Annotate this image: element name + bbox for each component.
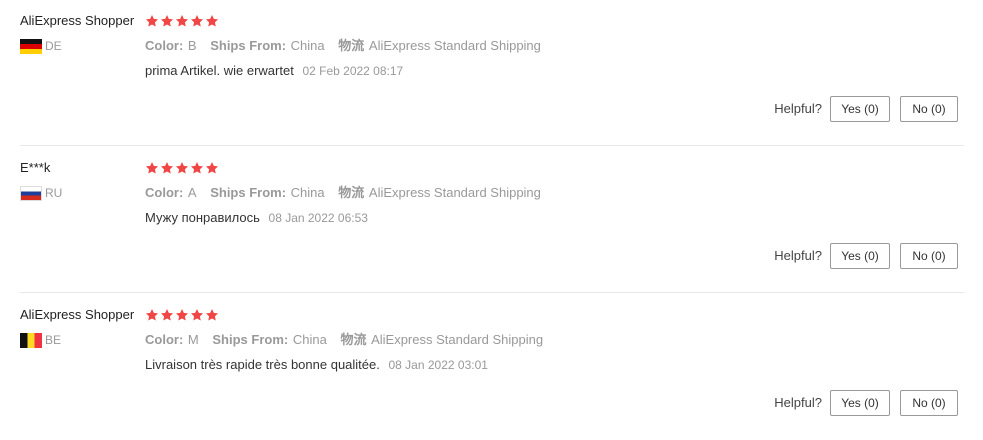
reviewer-name: E***k [20,160,51,175]
review-body: Мужу понравилось 08 Jan 2022 06:53 [145,209,965,227]
reviewer-name: AliExpress Shopper [20,307,135,322]
color-label: Color: [145,185,184,200]
star-icon [160,14,174,28]
star-rating [145,159,965,177]
helpful-label: Helpful? [774,395,822,410]
country-code: RU [45,186,63,200]
logistics-value: AliExpress Standard Shipping [371,332,544,347]
ships-from-value: China [290,185,325,200]
ships-from-value: China [290,38,325,53]
review-content: Color: B Ships From: China 物流 AliExpress… [145,12,965,80]
color-label: Color: [145,38,184,53]
star-rating [145,306,965,324]
review-item: AliExpress Shopper BE Color: M Ships Fro… [0,294,983,440]
reviewer-country: RU [20,185,140,201]
star-rating [145,12,965,30]
review-text: prima Artikel. wie erwartet [145,63,294,78]
star-icon [175,308,189,322]
review-date: 02 Feb 2022 08:17 [302,64,404,78]
helpful-yes-button[interactable]: Yes (0) [830,96,890,122]
helpful-vote: Helpful? Yes (0) No (0) [774,243,958,269]
star-icon [145,308,159,322]
review-item: AliExpress Shopper DE Color: B Ships Fro… [0,0,983,146]
ships-from-value: China [292,332,327,347]
color-value: A [187,185,197,200]
star-icon [175,161,189,175]
star-icon [175,14,189,28]
logistics-label: 物流 [338,185,365,200]
logistics-value: AliExpress Standard Shipping [368,38,541,53]
ships-from-label: Ships From: [210,38,287,53]
review-text: Livraison très rapide très bonne qualité… [145,357,380,372]
star-icon [205,161,219,175]
reviewer-info: E***k RU [20,159,140,201]
review-date: 08 Jan 2022 06:53 [268,211,368,225]
russia-flag-icon [20,185,42,201]
review-date: 08 Jan 2022 03:01 [388,358,488,372]
logistics-value: AliExpress Standard Shipping [368,185,541,200]
star-icon [190,14,204,28]
ships-from-label: Ships From: [212,332,289,347]
reviewer-country: BE [20,332,140,348]
helpful-label: Helpful? [774,248,822,263]
star-icon [145,161,159,175]
belgium-flag-icon [20,332,42,348]
review-divider [20,292,964,293]
reviewer-info: AliExpress Shopper DE [20,12,140,54]
review-content: Color: A Ships From: China 物流 AliExpress… [145,159,965,227]
country-code: BE [45,333,62,347]
ships-from-label: Ships From: [210,185,287,200]
star-icon [190,308,204,322]
review-attributes: Color: B Ships From: China 物流 AliExpress… [145,37,965,55]
reviewer-name: AliExpress Shopper [20,13,135,28]
review-text: Мужу понравилось [145,210,260,225]
color-value: M [187,332,199,347]
review-body: prima Artikel. wie erwartet 02 Feb 2022 … [145,62,965,80]
star-icon [160,308,174,322]
review-content: Color: M Ships From: China 物流 AliExpress… [145,306,965,374]
review-attributes: Color: M Ships From: China 物流 AliExpress… [145,331,965,349]
star-icon [205,308,219,322]
review-divider [20,145,964,146]
star-icon [160,161,174,175]
helpful-label: Helpful? [774,101,822,116]
review-attributes: Color: A Ships From: China 物流 AliExpress… [145,184,965,202]
reviewer-info: AliExpress Shopper BE [20,306,140,348]
color-label: Color: [145,332,184,347]
star-icon [190,161,204,175]
logistics-label: 物流 [338,38,365,53]
logistics-label: 物流 [340,332,367,347]
helpful-vote: Helpful? Yes (0) No (0) [774,96,958,122]
country-code: DE [45,39,62,53]
helpful-no-button[interactable]: No (0) [900,243,958,269]
reviewer-country: DE [20,38,140,54]
review-list: AliExpress Shopper DE Color: B Ships Fro… [0,0,983,438]
helpful-no-button[interactable]: No (0) [900,390,958,416]
helpful-vote: Helpful? Yes (0) No (0) [774,390,958,416]
color-value: B [187,38,197,53]
review-item: E***k RU Color: A Ships From: China 物流 A… [0,147,983,293]
star-icon [205,14,219,28]
germany-flag-icon [20,38,42,54]
star-icon [145,14,159,28]
helpful-yes-button[interactable]: Yes (0) [830,243,890,269]
review-body: Livraison très rapide très bonne qualité… [145,356,965,374]
helpful-no-button[interactable]: No (0) [900,96,958,122]
helpful-yes-button[interactable]: Yes (0) [830,390,890,416]
